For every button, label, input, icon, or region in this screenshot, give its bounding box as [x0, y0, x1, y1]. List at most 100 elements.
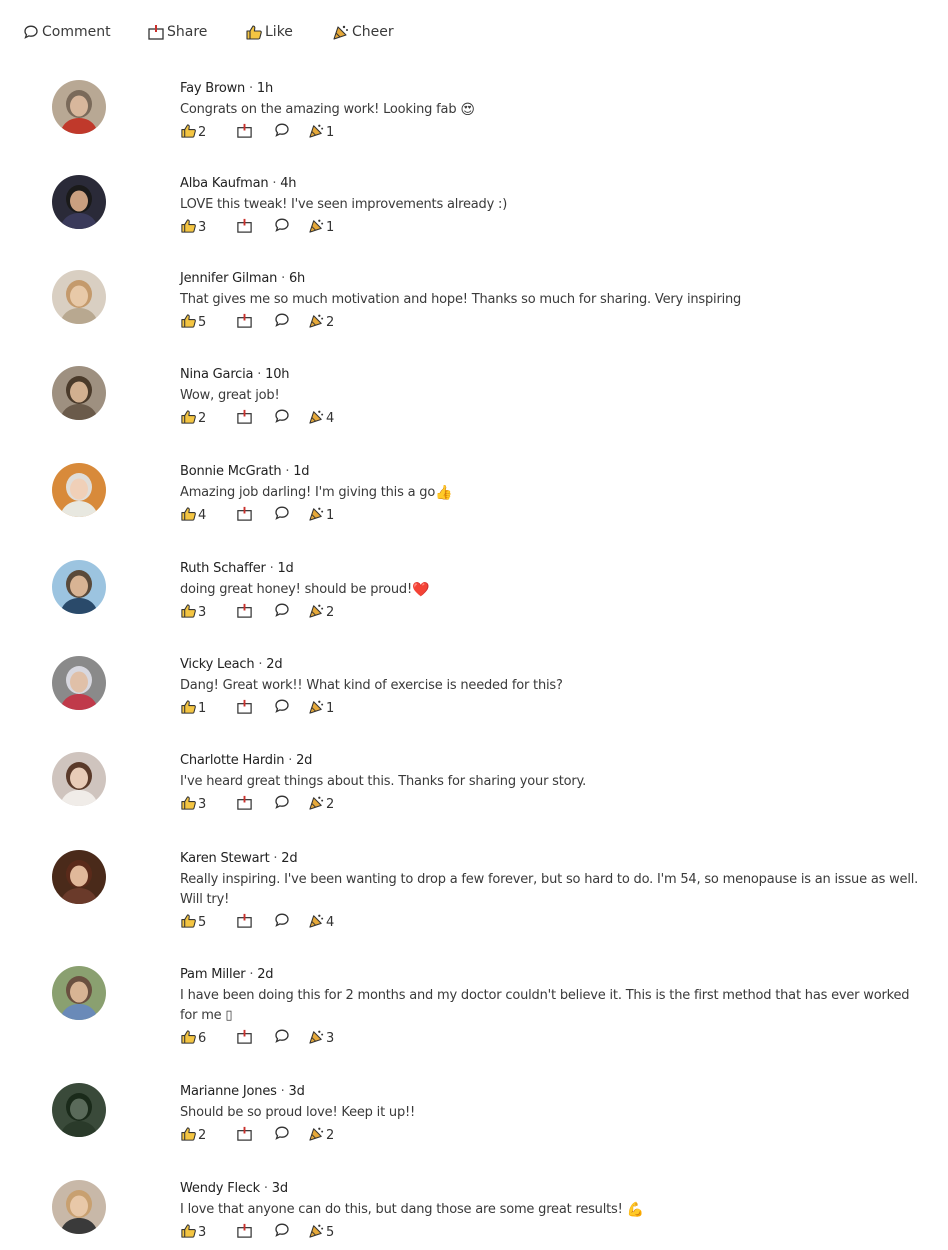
reply-button[interactable] — [274, 122, 308, 142]
reply-button[interactable] — [274, 505, 308, 525]
cheer-reaction[interactable]: 2 — [308, 794, 334, 815]
like-reaction[interactable]: 6 — [180, 1028, 236, 1049]
like-reaction[interactable]: 1 — [180, 698, 236, 719]
avatar[interactable] — [52, 175, 106, 229]
comment-icon — [274, 794, 290, 814]
comment-actions: 32 — [180, 602, 928, 622]
avatar[interactable] — [52, 656, 106, 710]
author-name[interactable]: Karen Stewart — [180, 851, 270, 866]
comment-text-body: LOVE this tweak! I've seen improvements … — [180, 197, 508, 212]
share-reaction[interactable] — [236, 217, 274, 238]
share-reaction[interactable] — [236, 1028, 274, 1049]
author-name[interactable]: Alba Kaufman — [180, 176, 269, 191]
comment-actions: 32 — [180, 794, 928, 814]
avatar[interactable] — [52, 560, 106, 614]
share-icon — [236, 1222, 253, 1243]
comment-meta: Charlotte Hardin · 2d — [180, 752, 928, 769]
like-reaction[interactable]: 5 — [180, 312, 236, 333]
comment-meta: Vicky Leach · 2d — [180, 656, 928, 673]
cheer-reaction[interactable]: 5 — [308, 1222, 334, 1243]
reply-button[interactable] — [274, 698, 308, 718]
like-reaction[interactable]: 3 — [180, 602, 236, 623]
avatar[interactable] — [52, 463, 106, 517]
avatar[interactable] — [52, 1180, 106, 1234]
comment-text: I've heard great things about this. Than… — [180, 772, 928, 792]
cheer-count: 1 — [326, 700, 335, 716]
comment-text-body: That gives me so much motivation and hop… — [180, 292, 742, 307]
author-name[interactable]: Marianne Jones — [180, 1084, 277, 1099]
avatar[interactable] — [52, 366, 106, 420]
reply-button[interactable] — [274, 1028, 308, 1048]
avatar[interactable] — [52, 80, 106, 134]
avatar[interactable] — [52, 966, 106, 1020]
share-reaction[interactable] — [236, 602, 274, 623]
author-name[interactable]: Wendy Fleck — [180, 1181, 260, 1196]
thumbs-up-icon — [180, 1125, 197, 1146]
reply-button[interactable] — [274, 1125, 308, 1145]
like-reaction[interactable]: 3 — [180, 794, 236, 815]
cheer-reaction[interactable]: 1 — [308, 698, 334, 719]
reply-button[interactable] — [274, 1222, 308, 1242]
comment-meta: Karen Stewart · 2d — [180, 850, 928, 867]
reply-button[interactable] — [274, 312, 308, 332]
like-reaction[interactable]: 2 — [180, 408, 236, 429]
share-reaction[interactable] — [236, 1125, 274, 1146]
share-reaction[interactable] — [236, 312, 274, 333]
comment-body: Alba Kaufman · 4h LOVE this tweak! I've s… — [180, 175, 928, 237]
reply-button[interactable] — [274, 912, 308, 932]
avatar[interactable] — [52, 850, 106, 904]
avatar[interactable] — [52, 752, 106, 806]
share-reaction[interactable] — [236, 794, 274, 815]
cheer-count: 2 — [326, 1127, 335, 1143]
cheer-reaction[interactable]: 1 — [308, 122, 334, 143]
like-reaction[interactable]: 5 — [180, 912, 236, 933]
share-reaction[interactable] — [236, 698, 274, 719]
comment-meta: Bonnie McGrath · 1d — [180, 463, 928, 480]
author-name[interactable]: Charlotte Hardin — [180, 753, 284, 768]
comment-text-body: Really inspiring. I've been wanting to d… — [180, 872, 919, 907]
avatar[interactable] — [52, 270, 106, 324]
cheer-reaction[interactable]: 2 — [308, 1125, 334, 1146]
author-name[interactable]: Ruth Schaffer — [180, 561, 266, 576]
cheer-reaction[interactable]: 2 — [308, 602, 334, 623]
reply-button[interactable] — [274, 408, 308, 428]
author-name[interactable]: Pam Miller — [180, 967, 246, 982]
like-reaction[interactable]: 2 — [180, 1125, 236, 1146]
share-reaction[interactable] — [236, 912, 274, 933]
like-reaction[interactable]: 3 — [180, 217, 236, 238]
comment-icon — [274, 312, 290, 332]
cheer-reaction[interactable]: 1 — [308, 217, 334, 238]
reply-button[interactable] — [274, 794, 308, 814]
like-reaction[interactable]: 3 — [180, 1222, 236, 1243]
reply-button[interactable] — [274, 217, 308, 237]
cheer-reaction[interactable]: 2 — [308, 312, 334, 333]
like-count: 4 — [198, 507, 207, 523]
share-reaction[interactable] — [236, 408, 274, 429]
reply-button[interactable] — [274, 602, 308, 622]
cheer-reaction[interactable]: 3 — [308, 1028, 334, 1049]
comment-text: Should be so proud love! Keep it up!! — [180, 1103, 928, 1123]
meta-separator: · — [253, 367, 266, 382]
comment-body: Nina Garcia · 10h Wow, great job! 2 4 — [180, 366, 928, 428]
comment-text-body: Dang! Great work!! What kind of exercise… — [180, 678, 563, 693]
cheer-reaction[interactable]: 4 — [308, 912, 334, 933]
cheer-reaction[interactable]: 1 — [308, 505, 334, 526]
like-reaction[interactable]: 2 — [180, 122, 236, 143]
share-reaction[interactable] — [236, 1222, 274, 1243]
author-name[interactable]: Jennifer Gilman — [180, 271, 277, 286]
comment-emoji: ❤️ — [411, 582, 430, 598]
like-reaction[interactable]: 4 — [180, 505, 236, 526]
author-name[interactable]: Nina Garcia — [180, 367, 254, 382]
author-name[interactable]: Bonnie McGrath — [180, 464, 282, 479]
share-reaction[interactable] — [236, 122, 274, 143]
share-button[interactable]: Share — [147, 22, 207, 42]
cheer-button[interactable]: Cheer — [332, 22, 394, 42]
author-name[interactable]: Vicky Leach — [180, 657, 255, 672]
comment-icon — [274, 1125, 290, 1145]
like-button[interactable]: Like — [245, 22, 293, 42]
avatar[interactable] — [52, 1083, 106, 1137]
comment-button[interactable]: Comment — [22, 22, 111, 42]
author-name[interactable]: Fay Brown — [180, 81, 245, 96]
share-reaction[interactable] — [236, 505, 274, 526]
cheer-reaction[interactable]: 4 — [308, 408, 334, 429]
